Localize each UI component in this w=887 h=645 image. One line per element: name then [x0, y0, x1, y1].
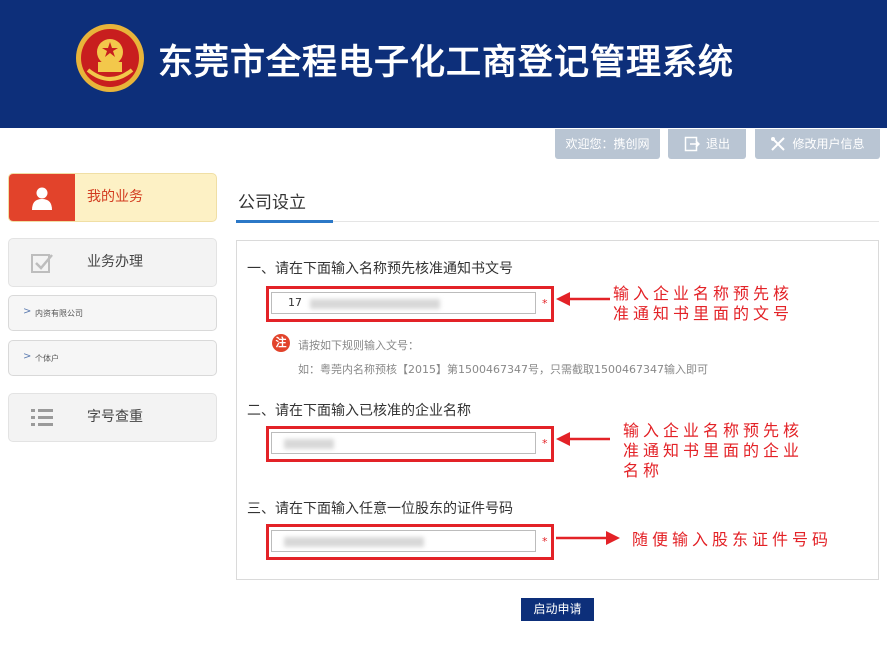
annotation-2-line2: 准通知书里面的企业 [623, 441, 804, 460]
sidebar-item-name-check[interactable]: 字号查重 [8, 393, 217, 442]
tab-active-underline [236, 220, 333, 223]
redacted-text [310, 299, 440, 309]
sidebar-item-label: 业务办理 [87, 254, 143, 270]
site-title: 东莞市全程电子化工商登记管理系统 [158, 43, 735, 83]
step1-label: 一、请在下面输入名称预先核准通知书文号 [247, 261, 513, 277]
list-icon [31, 408, 53, 426]
input-value: 17 [288, 296, 302, 309]
annotation-3: 随便输入股东证件号码 [632, 530, 833, 549]
arrow-icon [556, 292, 610, 306]
sidebar-item-business-handling[interactable]: 业务办理 [8, 238, 217, 287]
annotation-1-line1: 输入企业名称预先核 [613, 284, 794, 303]
user-icon-wrap [9, 174, 75, 221]
user-icon [32, 187, 52, 210]
logout-label: 退出 [705, 137, 730, 151]
edit-user-label: 修改用户信息 [792, 137, 865, 151]
logout-icon [684, 136, 700, 152]
company-name-input[interactable] [271, 432, 536, 454]
annotation-2-line1: 输入企业名称预先核 [623, 421, 804, 440]
note-line-1: 请按如下规则输入文号： [298, 339, 419, 352]
annotation-2-line3: 名称 [623, 461, 664, 480]
redacted-text [284, 537, 424, 547]
note-line-2: 如：粤莞内名称预核【2015】第1500467347号，只需截取15004673… [298, 363, 708, 376]
welcome-text: 欢迎您：携创网 [565, 137, 650, 151]
redacted-text [284, 439, 334, 449]
header-banner: 东莞市全程电子化工商登记管理系统 [0, 0, 887, 128]
step2-label: 二、请在下面输入已核准的企业名称 [247, 403, 471, 419]
approval-notice-number-input[interactable]: 17 [271, 292, 536, 314]
required-mark: * [542, 437, 548, 450]
sidebar-subitem-limited-company[interactable]: > 内资有限公司 [8, 295, 217, 331]
sidebar-item-my-business[interactable]: 我的业务 [8, 173, 217, 222]
subitem-label: 个体户 [35, 354, 59, 363]
checkbox-icon [31, 253, 53, 273]
page-title: 公司设立 [238, 193, 306, 213]
arrow-icon [556, 432, 610, 446]
sidebar-item-label: 我的业务 [87, 189, 143, 205]
step3-label: 三、请在下面输入任意一位股东的证件号码 [247, 501, 513, 517]
arrow-icon [556, 531, 620, 545]
checkbox-icon-wrap [9, 239, 75, 286]
sidebar-subitem-individual[interactable]: > 个体户 [8, 340, 217, 376]
annotation-1-line2: 准通知书里面的文号 [613, 304, 794, 323]
logout-button[interactable]: 退出 [668, 129, 746, 159]
start-application-button[interactable]: 启动申请 [521, 598, 594, 621]
note-icon: 注 [272, 334, 290, 352]
required-mark: * [542, 297, 548, 310]
required-mark: * [542, 535, 548, 548]
chevron-right-icon: > [23, 351, 32, 362]
shareholder-id-input[interactable] [271, 530, 536, 552]
edit-user-info-button[interactable]: 修改用户信息 [755, 129, 880, 159]
sidebar-item-label: 字号查重 [87, 409, 143, 425]
welcome-user: 欢迎您：携创网 [555, 129, 660, 159]
list-icon-wrap [9, 394, 75, 441]
tools-icon [771, 137, 786, 151]
national-emblem-icon [76, 24, 144, 92]
chevron-right-icon: > [23, 306, 32, 317]
subitem-label: 内资有限公司 [35, 309, 83, 318]
